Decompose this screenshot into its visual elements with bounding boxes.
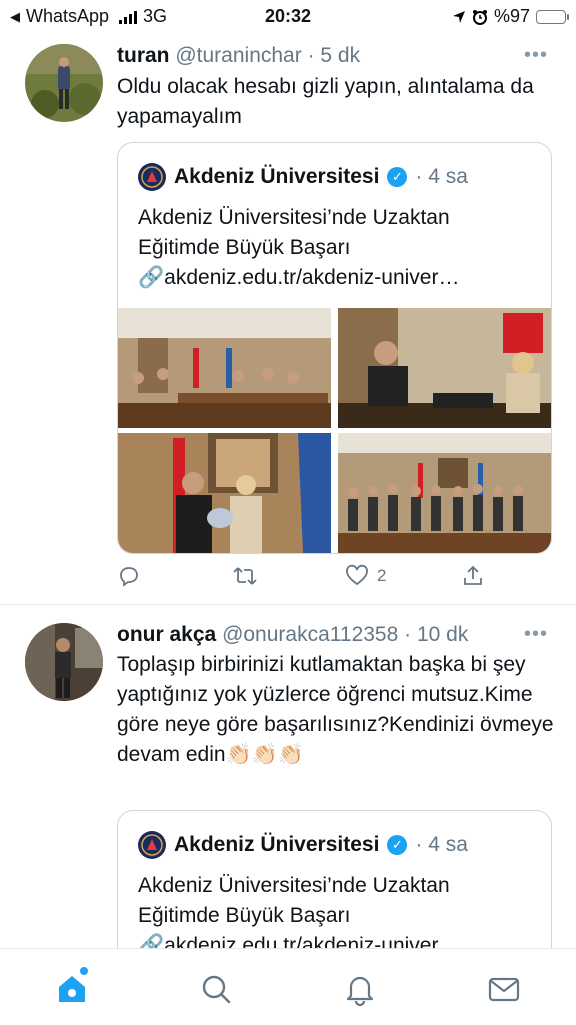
home-icon bbox=[59, 976, 85, 1002]
quote-text-line: Akdeniz Üniversitesi’nde Uzaktan bbox=[138, 874, 450, 897]
tweet-header: onur akça @onurakca112358 · 10 dk bbox=[117, 623, 468, 647]
university-logo-icon bbox=[138, 831, 166, 859]
author-name[interactable]: onur akça bbox=[117, 623, 216, 646]
tweet-actions: 2 bbox=[117, 564, 557, 594]
tweet-time: · 10 dk bbox=[404, 623, 469, 646]
link-icon: 🔗 bbox=[138, 266, 165, 289]
quote-header: Akdeniz Üniversitesi ✓ · 4 sa bbox=[138, 831, 468, 859]
tweet-text: Toplaşıp birbirinizi kutlamaktan başka b… bbox=[117, 653, 554, 766]
battery-icon bbox=[536, 9, 569, 24]
quote-text-line: Akdeniz Üniversitesi’nde Uzaktan bbox=[138, 206, 450, 229]
author-name[interactable]: turan bbox=[117, 44, 170, 67]
tweet[interactable]: onur akça @onurakca112358 · 10 dk ••• To… bbox=[0, 605, 576, 948]
search-icon bbox=[202, 975, 231, 1004]
like-count: 2 bbox=[377, 566, 387, 585]
reply-button[interactable] bbox=[117, 564, 141, 588]
more-icon[interactable]: ••• bbox=[524, 44, 548, 67]
quote-link[interactable]: 🔗akdeniz.edu.tr/akdeniz-univer… bbox=[138, 263, 538, 293]
notifications-icon bbox=[346, 976, 374, 1006]
quote-text: Akdeniz Üniversitesi’nde Uzaktan Eğitimd… bbox=[138, 203, 538, 293]
quoted-tweet[interactable]: Akdeniz Üniversitesi ✓ · 4 sa Akdeniz Ün… bbox=[117, 810, 552, 948]
tweet[interactable]: turan @turaninchar · 5 dk ••• Oldu olaca… bbox=[0, 32, 576, 604]
quote-header: Akdeniz Üniversitesi ✓ · 4 sa bbox=[138, 163, 468, 191]
tab-home[interactable] bbox=[52, 967, 92, 1009]
location-icon bbox=[452, 10, 465, 23]
retweet-button[interactable] bbox=[232, 564, 258, 588]
retweet-icon bbox=[233, 567, 257, 585]
quote-author-name: Akdeniz Üniversitesi bbox=[174, 833, 380, 856]
tab-bar bbox=[0, 948, 576, 1025]
author-handle[interactable]: @onurakca112358 bbox=[222, 623, 398, 646]
reply-icon bbox=[120, 567, 138, 587]
tab-messages[interactable] bbox=[484, 969, 524, 1009]
photo[interactable] bbox=[118, 308, 331, 428]
quote-text: Akdeniz Üniversitesi’nde Uzaktan Eğitimd… bbox=[138, 871, 538, 948]
author-handle[interactable]: @turaninchar bbox=[175, 44, 301, 67]
tweet-text: Oldu olacak hesabı gizli yapın, alıntala… bbox=[117, 75, 534, 128]
quote-time: · 4 sa bbox=[415, 833, 468, 856]
tab-search[interactable] bbox=[196, 969, 236, 1009]
avatar[interactable] bbox=[25, 623, 103, 701]
share-button[interactable] bbox=[461, 564, 485, 588]
new-content-dot bbox=[80, 967, 88, 975]
tweet-header: turan @turaninchar · 5 dk bbox=[117, 44, 360, 68]
alarm-icon bbox=[472, 9, 487, 25]
tab-notifications[interactable] bbox=[340, 969, 380, 1009]
verified-badge-icon: ✓ bbox=[387, 835, 408, 855]
messages-icon bbox=[488, 977, 520, 1002]
quoted-tweet[interactable]: Akdeniz Üniversitesi ✓ · 4 sa Akdeniz Ün… bbox=[117, 142, 552, 554]
quote-time: · 4 sa bbox=[415, 165, 468, 188]
heart-icon bbox=[346, 564, 368, 586]
photo[interactable] bbox=[118, 433, 331, 553]
quote-author-name: Akdeniz Üniversitesi bbox=[174, 165, 380, 188]
quote-text-line: Eğitimde Büyük Başarı bbox=[138, 904, 351, 927]
like-button[interactable]: 2 bbox=[345, 564, 386, 588]
verified-badge-icon: ✓ bbox=[387, 167, 408, 187]
share-icon bbox=[464, 565, 482, 585]
university-logo-icon bbox=[138, 163, 166, 191]
avatar[interactable] bbox=[25, 44, 103, 122]
more-icon[interactable]: ••• bbox=[524, 623, 548, 646]
photo[interactable] bbox=[338, 308, 551, 428]
photo-grid[interactable] bbox=[118, 308, 551, 553]
link-icon: 🔗 bbox=[138, 934, 165, 948]
status-bar: ◀ WhatsApp 3G 20:32 %97 bbox=[0, 0, 576, 32]
photo[interactable] bbox=[338, 433, 551, 553]
battery-percent: %97 bbox=[493, 6, 530, 26]
quote-link[interactable]: 🔗akdeniz.edu.tr/akdeniz-univer… bbox=[138, 931, 538, 948]
quote-text-line: Eğitimde Büyük Başarı bbox=[138, 236, 351, 259]
tweet-time: · 5 dk bbox=[307, 44, 361, 67]
status-right: %97 bbox=[452, 6, 569, 27]
